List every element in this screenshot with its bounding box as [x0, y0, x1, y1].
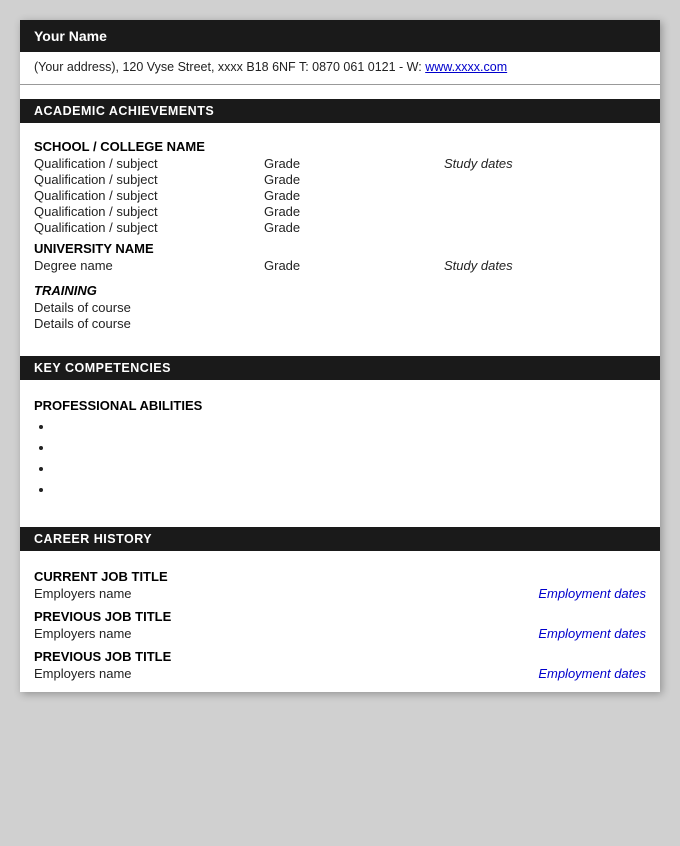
degree-name: Degree name [34, 258, 264, 273]
employment-dates-2: Employment dates [538, 626, 646, 641]
competencies-section-header: KEY COMPETENCIES [20, 356, 660, 380]
resume-page: Your Name (Your address), 120 Vyse Stree… [20, 20, 660, 692]
career-content: CURRENT JOB TITLE Employers name Employm… [20, 551, 660, 692]
qual-grade-5: Grade [264, 220, 444, 235]
job-title-2: PREVIOUS JOB TITLE [34, 609, 646, 624]
degree-dates: Study dates [444, 258, 513, 273]
qual-grade-3: Grade [264, 188, 444, 203]
training-detail-2: Details of course [34, 316, 646, 331]
employment-dates-1: Employment dates [538, 586, 646, 601]
career-row-1: Employers name Employment dates [34, 586, 646, 601]
training-detail-1: Details of course [34, 300, 646, 315]
name-banner: Your Name [20, 20, 660, 52]
job-title-3: PREVIOUS JOB TITLE [34, 649, 646, 664]
degree-grade: Grade [264, 258, 444, 273]
career-row-3: Employers name Employment dates [34, 666, 646, 681]
list-item [54, 419, 646, 434]
academic-section-header: ACADEMIC ACHIEVEMENTS [20, 99, 660, 123]
qual-grade-1: Grade [264, 156, 444, 171]
career-row-2: Employers name Employment dates [34, 626, 646, 641]
address-text: (Your address), 120 Vyse Street, xxxx B1… [34, 60, 425, 74]
qual-row-5: Qualification / subject Grade [34, 220, 646, 235]
qual-subject-3: Qualification / subject [34, 188, 264, 203]
employer-1: Employers name [34, 586, 132, 601]
qual-row-4: Qualification / subject Grade [34, 204, 646, 219]
list-item [54, 440, 646, 455]
qual-row-2: Qualification / subject Grade [34, 172, 646, 187]
website-link[interactable]: www.xxxx.com [425, 60, 507, 74]
school-name: SCHOOL / COLLEGE NAME [34, 139, 646, 154]
qual-dates-1: Study dates [444, 156, 513, 171]
career-section-header: CAREER HISTORY [20, 527, 660, 551]
address-line: (Your address), 120 Vyse Street, xxxx B1… [20, 52, 660, 85]
list-item [54, 461, 646, 476]
qual-subject-2: Qualification / subject [34, 172, 264, 187]
qual-grade-2: Grade [264, 172, 444, 187]
qual-row-3: Qualification / subject Grade [34, 188, 646, 203]
your-name: Your Name [34, 28, 107, 44]
qual-subject-5: Qualification / subject [34, 220, 264, 235]
list-item [54, 482, 646, 497]
degree-row: Degree name Grade Study dates [34, 258, 646, 273]
qual-row-1: Qualification / subject Grade Study date… [34, 156, 646, 171]
qual-grade-4: Grade [264, 204, 444, 219]
employer-2: Employers name [34, 626, 132, 641]
employer-3: Employers name [34, 666, 132, 681]
abilities-list [34, 419, 646, 497]
job-title-1: CURRENT JOB TITLE [34, 569, 646, 584]
qual-subject-4: Qualification / subject [34, 204, 264, 219]
qual-subject-1: Qualification / subject [34, 156, 264, 171]
academic-content: SCHOOL / COLLEGE NAME Qualification / su… [20, 123, 660, 342]
training-title: TRAINING [34, 283, 646, 298]
competencies-content: PROFESSIONAL ABILITIES [20, 380, 660, 513]
university-name: UNIVERSITY NAME [34, 241, 646, 256]
professional-abilities-heading: PROFESSIONAL ABILITIES [34, 398, 646, 413]
employment-dates-3: Employment dates [538, 666, 646, 681]
